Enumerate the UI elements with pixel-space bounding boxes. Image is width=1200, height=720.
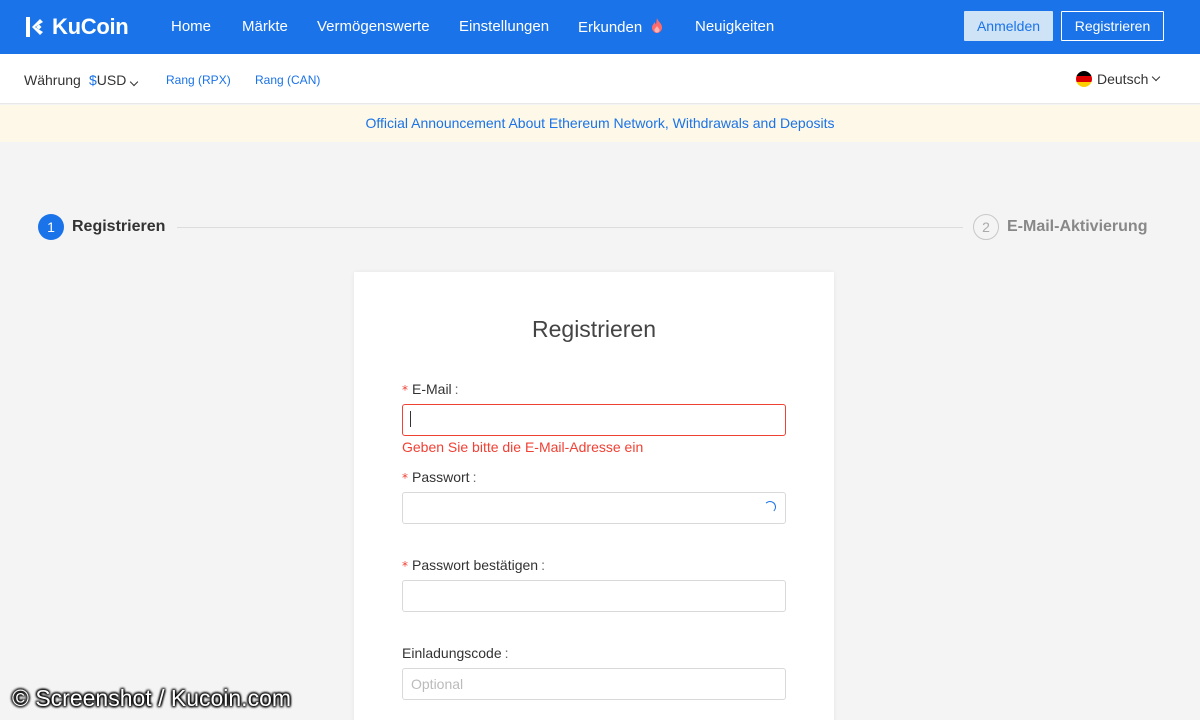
logo-text: KuCoin: [52, 14, 129, 39]
password-confirm-label: * Passwort bestätigen:: [402, 557, 545, 573]
rank-can-link[interactable]: Rang (CAN): [255, 73, 320, 87]
required-marker: *: [402, 559, 408, 573]
invite-code-label: Einladungscode:: [402, 645, 509, 661]
fire-icon: [652, 18, 663, 33]
nav-explore-wrap[interactable]: Erkunden: [578, 18, 663, 36]
step-divider: [177, 227, 963, 228]
login-button[interactable]: Anmelden: [964, 11, 1053, 41]
language-selector[interactable]: Deutsch: [1076, 71, 1161, 87]
password-field[interactable]: [402, 492, 786, 524]
nav-assets[interactable]: Vermögenswerte: [317, 18, 430, 35]
announcement-link[interactable]: Official Announcement About Ethereum Net…: [366, 115, 835, 131]
language-label: Deutsch: [1097, 71, 1149, 87]
dollar-icon: $: [89, 72, 97, 88]
kucoin-logo[interactable]: KuCoin: [23, 13, 129, 41]
rank-rpx-link[interactable]: Rang (RPX): [166, 73, 231, 87]
email-label: * E-Mail:: [402, 381, 459, 397]
step-1-indicator: 1: [38, 214, 64, 240]
password-confirm-field[interactable]: [402, 580, 786, 612]
sub-toolbar: Währung $USD Rang (RPX) Rang (CAN) Deuts…: [0, 54, 1200, 104]
loading-spinner-icon: [764, 501, 776, 513]
currency-selector[interactable]: $USD: [89, 72, 139, 88]
register-button[interactable]: Registrieren: [1061, 11, 1164, 41]
password-label: * Passwort:: [402, 469, 477, 485]
currency-value: USD: [96, 72, 127, 88]
register-card: Registrieren * E-Mail: Geben Sie bitte di…: [354, 272, 834, 720]
step-2-label: E-Mail-Aktivierung: [1007, 218, 1148, 235]
required-marker: *: [402, 383, 408, 397]
germany-flag-icon: [1076, 71, 1092, 87]
required-marker: *: [402, 471, 408, 485]
top-navbar: KuCoin Home Märkte Vermögenswerte Einste…: [0, 0, 1200, 54]
form-title: Registrieren: [532, 316, 656, 342]
kucoin-logo-icon: [26, 17, 43, 37]
nav-news[interactable]: Neuigkeiten: [695, 18, 774, 35]
watermark: © Screenshot / Kucoin.com: [12, 685, 292, 711]
step-1-label: Registrieren: [72, 218, 166, 235]
nav-home[interactable]: Home: [171, 18, 211, 35]
text-cursor: [410, 411, 411, 427]
chevron-down-icon: [130, 77, 139, 87]
step-2-indicator: 2: [973, 214, 999, 240]
currency-label: Währung: [24, 72, 81, 88]
nav-explore[interactable]: Erkunden: [578, 19, 642, 36]
invite-code-field[interactable]: [402, 668, 786, 700]
announcement-banner: Official Announcement About Ethereum Net…: [0, 105, 1200, 142]
email-field[interactable]: [402, 404, 786, 436]
chevron-down-icon: [1152, 72, 1161, 82]
nav-markets[interactable]: Märkte: [242, 18, 288, 35]
email-error-message: Geben Sie bitte die E-Mail-Adresse ein: [402, 439, 644, 455]
nav-settings[interactable]: Einstellungen: [459, 18, 549, 35]
